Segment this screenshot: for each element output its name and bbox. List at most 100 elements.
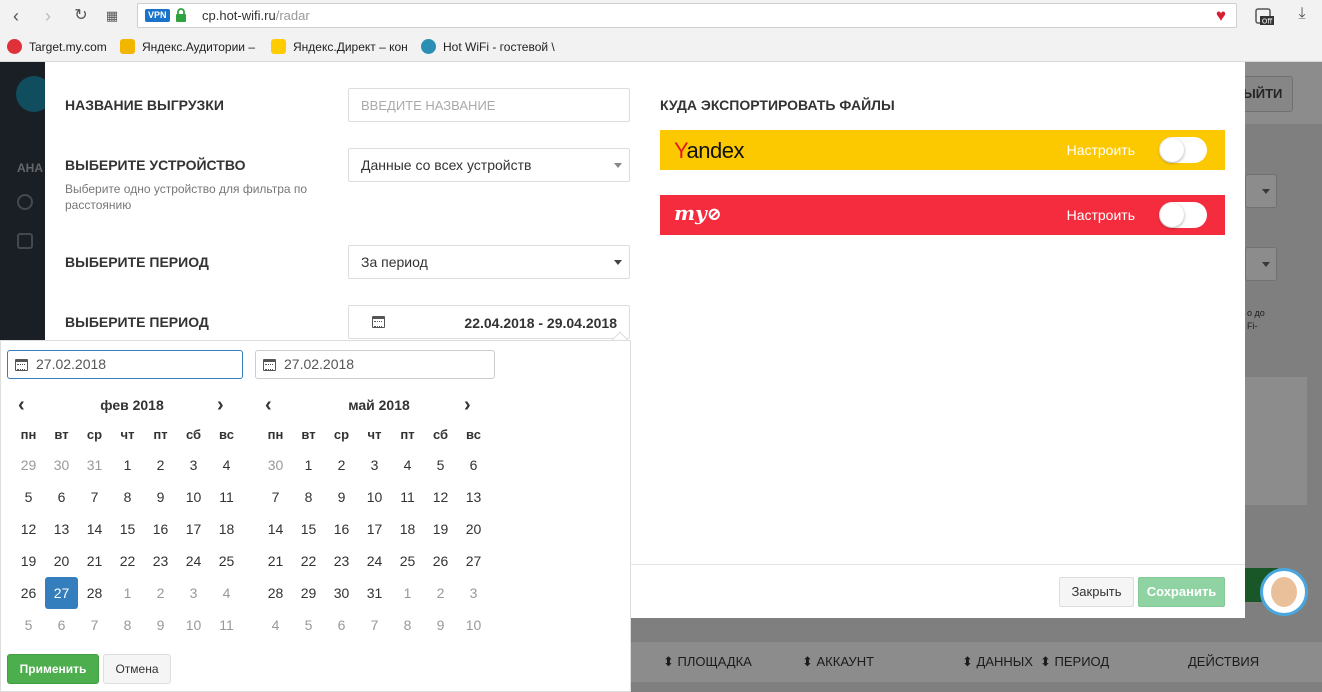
yandex-configure-label[interactable]: Настроить: [1067, 142, 1135, 158]
calendar-day[interactable]: 7: [259, 481, 292, 513]
calendar-day[interactable]: 13: [45, 513, 78, 545]
calendar-day[interactable]: 10: [457, 609, 490, 641]
next-month-icon[interactable]: ›: [464, 394, 471, 417]
calendar-day[interactable]: 9: [144, 609, 177, 641]
calendar-day[interactable]: 20: [45, 545, 78, 577]
forward-icon[interactable]: ›: [37, 5, 59, 27]
calendar-day[interactable]: 6: [45, 481, 78, 513]
calendar-day[interactable]: 5: [12, 609, 45, 641]
calendar-day[interactable]: 22: [292, 545, 325, 577]
adblock-off-icon[interactable]: Off: [1254, 6, 1274, 26]
calendar-day[interactable]: 13: [457, 481, 490, 513]
calendar-day[interactable]: 6: [45, 609, 78, 641]
back-icon[interactable]: ‹: [5, 5, 27, 27]
calendar-day[interactable]: 15: [292, 513, 325, 545]
url-text[interactable]: cp.hot-wifi.ru/radar: [202, 8, 310, 23]
calendar-day[interactable]: 7: [78, 609, 111, 641]
calendar-day[interactable]: 23: [325, 545, 358, 577]
calendar-day[interactable]: 30: [259, 449, 292, 481]
calendar-day[interactable]: 6: [457, 449, 490, 481]
calendar-day[interactable]: 2: [325, 449, 358, 481]
calendar-day[interactable]: 21: [78, 545, 111, 577]
calendar-day[interactable]: 26: [12, 577, 45, 609]
calendar-day[interactable]: 21: [259, 545, 292, 577]
calendar-day[interactable]: 24: [358, 545, 391, 577]
calendar-day[interactable]: 27: [45, 577, 78, 609]
calendar-day[interactable]: 30: [325, 577, 358, 609]
calendar-day[interactable]: 12: [424, 481, 457, 513]
calendar-day[interactable]: 11: [210, 481, 243, 513]
start-date-input[interactable]: 27.02.2018: [7, 350, 243, 379]
period-select[interactable]: За период: [348, 245, 630, 279]
calendar-day[interactable]: 5: [424, 449, 457, 481]
bookmark-item[interactable]: Hot WiFi - гостевой \: [421, 39, 555, 54]
calendar-day[interactable]: 3: [358, 449, 391, 481]
device-select[interactable]: Данные со всех устройств: [348, 148, 630, 182]
calendar-day[interactable]: 3: [177, 577, 210, 609]
calendar-day[interactable]: 8: [111, 609, 144, 641]
calendar-day[interactable]: 1: [111, 577, 144, 609]
calendar-day[interactable]: 9: [325, 481, 358, 513]
download-icon[interactable]: ⤓: [1292, 5, 1312, 25]
mytarget-toggle[interactable]: [1159, 202, 1207, 228]
calendar-day[interactable]: 28: [259, 577, 292, 609]
calendar-day[interactable]: 2: [144, 449, 177, 481]
calendar-day[interactable]: 29: [292, 577, 325, 609]
calendar-day[interactable]: 14: [78, 513, 111, 545]
calendar-day[interactable]: 26: [424, 545, 457, 577]
calendar-day[interactable]: 20: [457, 513, 490, 545]
calendar-day[interactable]: 22: [111, 545, 144, 577]
calendar-day[interactable]: 5: [12, 481, 45, 513]
calendar-day[interactable]: 2: [424, 577, 457, 609]
cancel-button[interactable]: Отмена: [103, 654, 171, 684]
calendar-day[interactable]: 9: [424, 609, 457, 641]
yandex-toggle[interactable]: [1159, 137, 1207, 163]
calendar-day[interactable]: 17: [177, 513, 210, 545]
calendar-day[interactable]: 3: [177, 449, 210, 481]
calendar-day[interactable]: 6: [325, 609, 358, 641]
chat-avatar[interactable]: [1260, 568, 1308, 616]
name-input[interactable]: ВВЕДИТЕ НАЗВАНИЕ: [348, 88, 630, 122]
tabs-grid-icon[interactable]: ▦: [101, 5, 123, 27]
calendar-day[interactable]: 4: [210, 449, 243, 481]
calendar-day[interactable]: 12: [12, 513, 45, 545]
calendar-day[interactable]: 30: [45, 449, 78, 481]
calendar-day[interactable]: 11: [391, 481, 424, 513]
calendar-day[interactable]: 10: [177, 609, 210, 641]
calendar-day[interactable]: 7: [358, 609, 391, 641]
calendar-day[interactable]: 1: [292, 449, 325, 481]
calendar-day[interactable]: 28: [78, 577, 111, 609]
save-button[interactable]: Сохранить: [1138, 577, 1225, 607]
bookmark-item[interactable]: Яндекс.Директ – кон: [271, 39, 408, 54]
calendar-day[interactable]: 4: [210, 577, 243, 609]
vpn-badge[interactable]: VPN: [145, 9, 170, 22]
calendar-day[interactable]: 4: [259, 609, 292, 641]
address-bar[interactable]: VPN cp.hot-wifi.ru/radar ♥: [137, 3, 1237, 28]
calendar-day[interactable]: 19: [424, 513, 457, 545]
reload-icon[interactable]: ↻: [70, 5, 92, 27]
bookmark-item[interactable]: Яндекс.Аудитории –: [120, 39, 255, 54]
calendar-day[interactable]: 5: [292, 609, 325, 641]
calendar-day[interactable]: 10: [358, 481, 391, 513]
date-range-input[interactable]: 22.04.2018 - 29.04.2018: [348, 305, 630, 339]
calendar-day[interactable]: 7: [78, 481, 111, 513]
calendar-day[interactable]: 10: [177, 481, 210, 513]
calendar-day[interactable]: 25: [210, 545, 243, 577]
end-date-input[interactable]: 27.02.2018: [255, 350, 495, 379]
heart-icon[interactable]: ♥: [1216, 6, 1226, 26]
calendar-day[interactable]: 1: [391, 577, 424, 609]
calendar-day[interactable]: 25: [391, 545, 424, 577]
calendar-day[interactable]: 8: [292, 481, 325, 513]
calendar-day[interactable]: 24: [177, 545, 210, 577]
calendar-day[interactable]: 2: [144, 577, 177, 609]
calendar-day[interactable]: 16: [325, 513, 358, 545]
calendar-day[interactable]: 3: [457, 577, 490, 609]
calendar-day[interactable]: 31: [358, 577, 391, 609]
mytarget-configure-label[interactable]: Настроить: [1067, 207, 1135, 223]
calendar-day[interactable]: 16: [144, 513, 177, 545]
calendar-day[interactable]: 27: [457, 545, 490, 577]
calendar-day[interactable]: 19: [12, 545, 45, 577]
calendar-day[interactable]: 18: [391, 513, 424, 545]
calendar-day[interactable]: 11: [210, 609, 243, 641]
calendar-day[interactable]: 14: [259, 513, 292, 545]
